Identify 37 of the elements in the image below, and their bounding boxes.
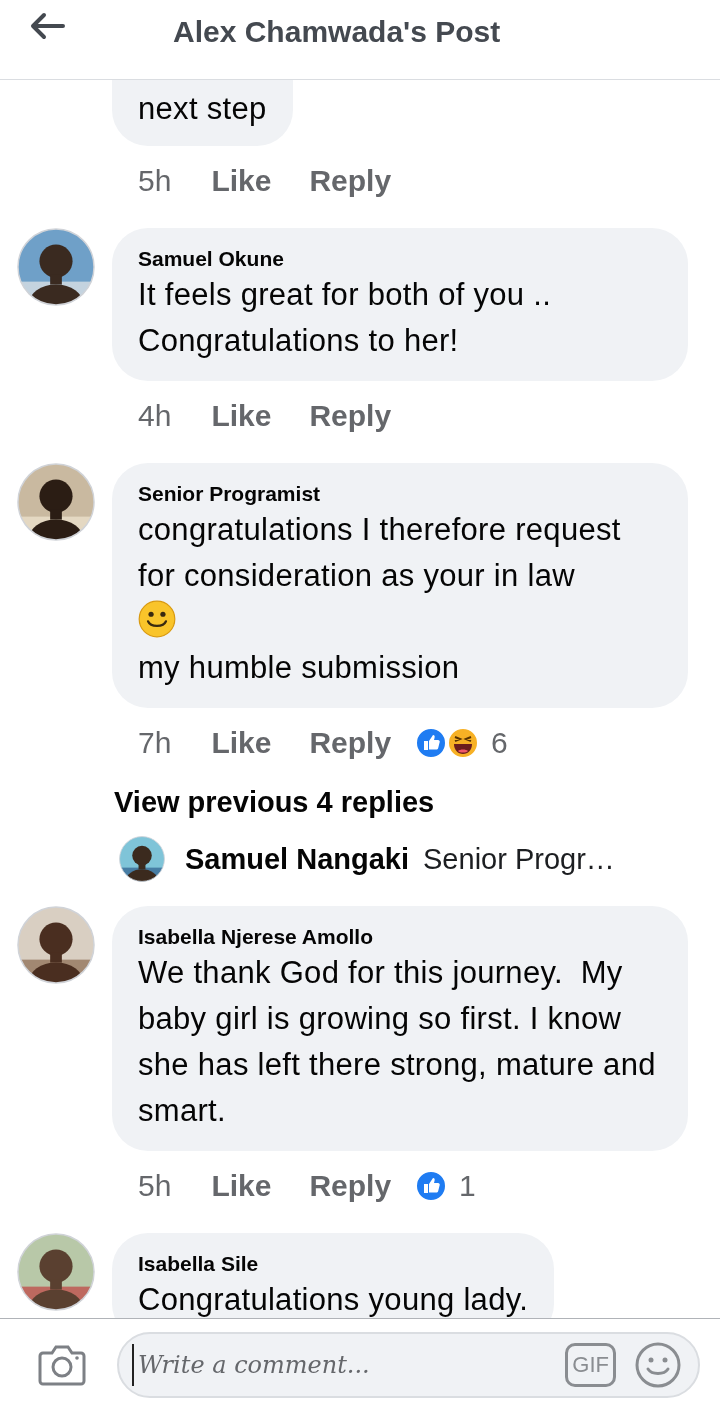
comment-text: my humble submission [138,649,461,687]
comment-time: 7h [138,726,172,760]
reaction-count[interactable]: 1 [459,1169,476,1203]
like-link[interactable]: Like [211,399,272,433]
thumbs-up-icon[interactable] [415,1170,448,1202]
comment-time: 4h [138,399,172,433]
reply-link[interactable]: Reply [309,1169,392,1203]
thumbs-up-icon[interactable] [415,727,448,759]
comment-text: next step [138,91,267,126]
reply-link[interactable]: Reply [309,164,392,198]
emoji-icon[interactable] [634,1340,682,1389]
reaction-count[interactable]: 6 [491,726,508,760]
post-title: Alex Chamwada's Post [173,14,501,49]
laughing-face-icon[interactable] [447,727,480,759]
smiley-icon [138,600,176,638]
comment-field[interactable]: Write a comment... GIF [117,1331,700,1398]
back-icon[interactable] [29,12,65,40]
view-replies-link[interactable]: View previous 4 replies [112,782,720,822]
commenter-name[interactable]: Samuel Okune [138,246,662,272]
like-link[interactable]: Like [211,164,272,198]
comment-text: It feels great for both of you .. Congratulations to her! [138,277,553,358]
reply-link[interactable]: Reply [309,399,392,433]
reply-preview: Senior Progr… [423,842,615,876]
commenter-name[interactable]: Isabella Sile [138,1251,529,1277]
comment-time: 5h [138,1169,172,1203]
commenter-name[interactable]: Senior Programist [138,481,662,507]
reply-link[interactable]: Reply [309,726,392,760]
gif-button[interactable]: GIF [565,1342,616,1387]
comment-input[interactable]: Write a comment... [132,1343,566,1386]
comment-text: congratulations I therefore request for consideration as your in law [138,511,622,595]
commenter-name[interactable]: Isabella Njerese Amollo [138,924,662,950]
like-link[interactable]: Like [211,726,272,760]
comment-text: Congratulations young lady. [138,1282,529,1317]
comment-time: 5h [138,164,172,198]
reply-author[interactable]: Samuel Nangaki [185,842,410,876]
like-link[interactable]: Like [211,1169,272,1203]
comment-text: We thank God for this journey. My baby girl is growing so first. I know she has left there strong, mature and smart. [138,955,657,1128]
